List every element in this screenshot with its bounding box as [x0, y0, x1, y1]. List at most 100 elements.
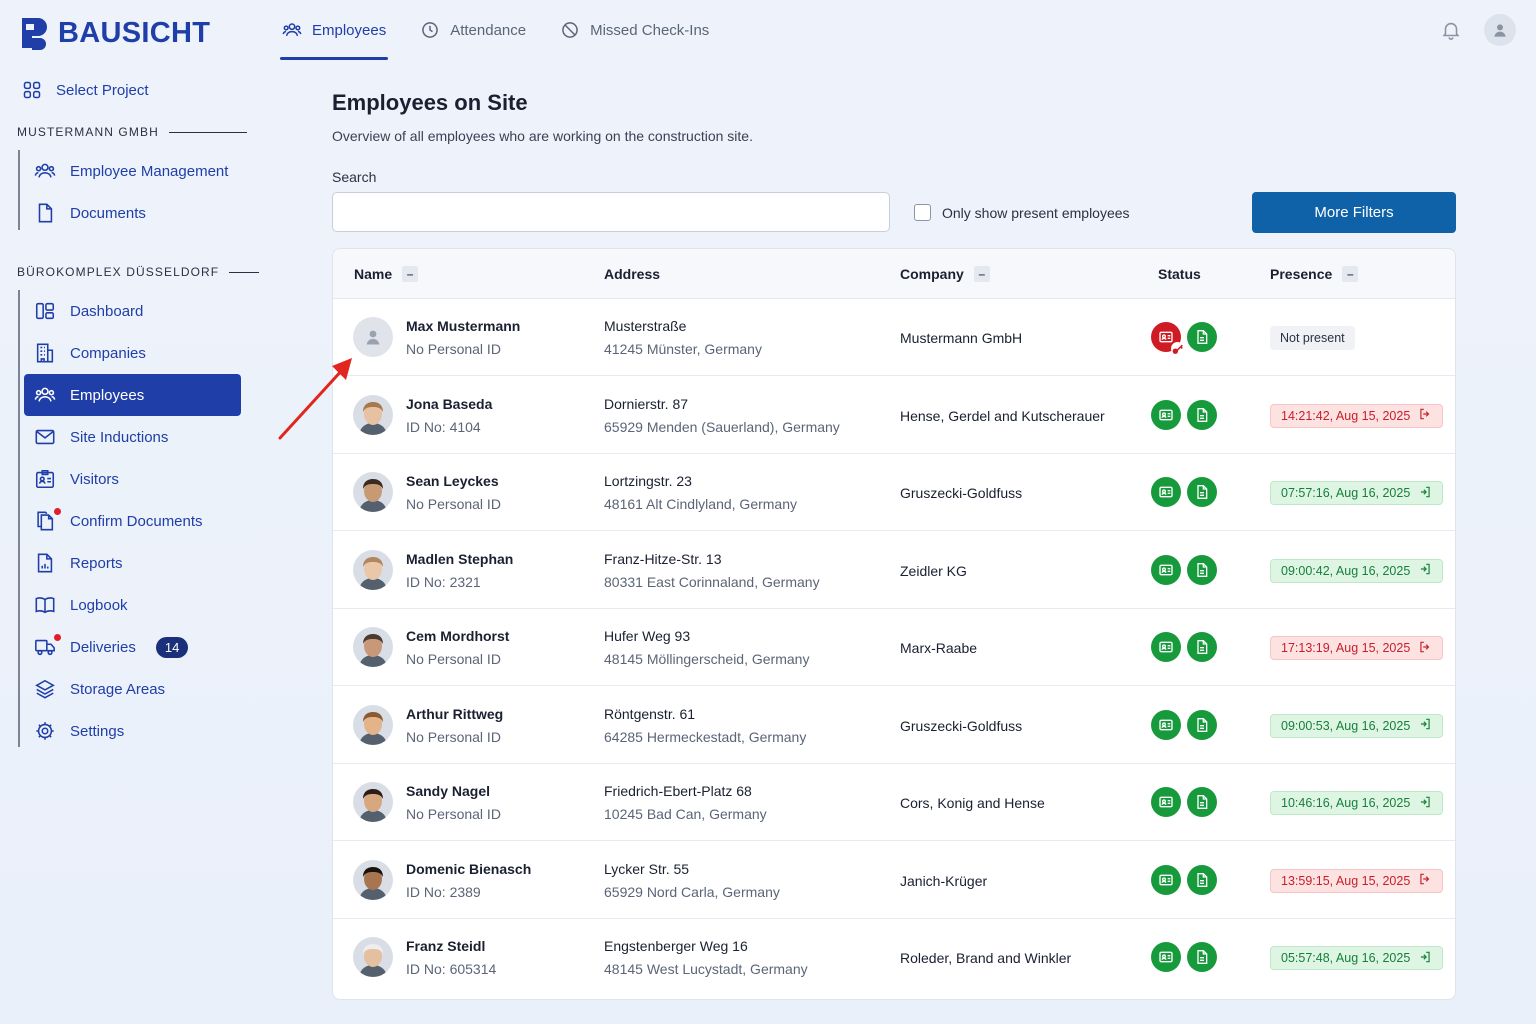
id-card-status-icon[interactable]	[1151, 322, 1184, 355]
tab-employees[interactable]: Employees	[280, 0, 389, 60]
sidebar-item-employees[interactable]: Employees	[24, 374, 241, 416]
sidebar-item-settings[interactable]: Settings	[20, 710, 242, 752]
sidebar-item-documents[interactable]: Documents	[20, 192, 242, 234]
sidebar-item-deliveries[interactable]: Deliveries 14	[20, 626, 242, 668]
table-row[interactable]: Arthur Rittweg No Personal ID Röntgenstr…	[333, 687, 1455, 764]
employee-name[interactable]: Arthur Rittweg	[406, 706, 503, 722]
document-status-icon[interactable]	[1187, 787, 1217, 817]
employee-id: No Personal ID	[406, 496, 501, 512]
employee-name[interactable]: Sean Leyckes	[406, 473, 499, 489]
avatar	[353, 472, 393, 512]
column-header-presence[interactable]: Presence –	[1270, 266, 1359, 282]
table-row[interactable]: Jona Baseda ID No: 4104 Dornierstr. 87 6…	[333, 377, 1455, 454]
avatar	[353, 937, 393, 977]
document-status-icon[interactable]	[1187, 632, 1217, 662]
more-filters-button[interactable]: More Filters	[1252, 192, 1456, 233]
employee-name[interactable]: Madlen Stephan	[406, 551, 513, 567]
employee-name[interactable]: Sandy Nagel	[406, 783, 490, 799]
id-card-status-icon[interactable]	[1151, 942, 1181, 972]
sidebar-item-storage-areas[interactable]: Storage Areas	[20, 668, 242, 710]
sidebar-item-employee-management[interactable]: Employee Management	[20, 150, 242, 192]
column-header-company[interactable]: Company –	[900, 266, 990, 282]
employee-name[interactable]: Max Mustermann	[406, 318, 520, 334]
document-status-icon[interactable]	[1187, 322, 1217, 352]
sort-toggle-icon[interactable]: –	[1342, 266, 1359, 282]
address-street: Franz-Hitze-Str. 13	[604, 550, 722, 567]
sidebar-item-label: Settings	[70, 722, 125, 740]
column-header-name[interactable]: Name –	[354, 266, 419, 282]
tab-missed-check-ins[interactable]: Missed Check-Ins	[558, 0, 711, 60]
employee-id: ID No: 2389	[406, 883, 481, 900]
user-icon	[1494, 24, 1506, 37]
select-project-button[interactable]: Select Project	[22, 80, 149, 100]
sidebar-item-dashboard[interactable]: Dashboard	[20, 290, 242, 332]
document-status-icon[interactable]	[1187, 942, 1217, 972]
sidebar-item-label: Deliveries	[70, 638, 136, 656]
presence-badge: 09:00:42, Aug 16, 2025	[1270, 558, 1444, 583]
status-icons	[1151, 632, 1217, 662]
document-status-icon[interactable]	[1187, 709, 1217, 740]
sort-toggle-icon[interactable]: –	[402, 266, 419, 282]
check-in-icon	[1418, 562, 1432, 579]
sidebar-item-visitors[interactable]: Visitors	[20, 458, 242, 500]
column-label: Status	[1158, 266, 1201, 282]
search-label: Search	[332, 169, 377, 185]
sort-toggle-icon[interactable]: –	[973, 266, 990, 282]
search-input[interactable]	[332, 192, 890, 232]
document-status-icon[interactable]	[1187, 477, 1217, 507]
employee-id: No Personal ID	[406, 341, 501, 357]
presence-badge: 07:57:16, Aug 16, 2025	[1270, 481, 1444, 505]
table-row[interactable]: Max Mustermann No Personal ID Musterstra…	[333, 299, 1455, 376]
id-card-status-icon[interactable]	[1151, 399, 1181, 430]
table-row[interactable]: Domenic Bienasch ID No: 2389 Lycker Str.…	[333, 842, 1455, 919]
employee-name[interactable]: Jona Baseda	[406, 396, 492, 412]
table-row[interactable]: Franz Steidl ID No: 605314 Engstenberger…	[333, 919, 1455, 996]
tab-label: Attendance	[450, 21, 527, 39]
sidebar-item-site-inductions[interactable]: Site Inductions	[20, 416, 242, 458]
brand-name: BAUSICHT	[58, 16, 211, 49]
presence-badge: 10:46:16, Aug 16, 2025	[1270, 791, 1444, 815]
check-out-icon	[1418, 640, 1432, 657]
employee-name[interactable]: Domenic Bienasch	[406, 861, 531, 877]
report-icon	[37, 553, 53, 573]
employee-name[interactable]: Cem Mordhorst	[406, 628, 509, 644]
sidebar-group-company: Employee Management Documents	[18, 150, 242, 230]
presence-text: 07:57:16, Aug 16, 2025	[1281, 486, 1411, 500]
dashboard-icon	[35, 302, 55, 320]
bell-icon[interactable]	[1440, 19, 1462, 41]
address-city: 10245 Bad Can, Germany	[604, 806, 767, 822]
id-card-status-icon[interactable]	[1151, 709, 1181, 740]
table-row[interactable]: Cem Mordhorst No Personal ID Hufer Weg 9…	[333, 609, 1455, 686]
sidebar-item-companies[interactable]: Companies	[20, 332, 242, 374]
presence-badge: 05:57:48, Aug 16, 2025	[1270, 946, 1444, 970]
employee-id: ID No: 2321	[406, 573, 481, 590]
sidebar-item-confirm-documents[interactable]: Confirm Documents	[20, 500, 242, 542]
table-row[interactable]: Sean Leyckes No Personal ID Lortzingstr.…	[333, 454, 1455, 531]
column-header-address: Address	[604, 266, 660, 282]
id-card-status-icon[interactable]	[1151, 554, 1181, 585]
avatar-placeholder	[353, 317, 393, 357]
column-label: Name	[354, 266, 393, 282]
address-city: 65929 Nord Carla, Germany	[604, 883, 780, 900]
sidebar-item-logbook[interactable]: Logbook	[20, 584, 242, 626]
truck-icon	[35, 639, 55, 656]
document-status-icon[interactable]	[1187, 399, 1217, 430]
employee-id: No Personal ID	[406, 728, 501, 745]
tab-attendance[interactable]: Attendance	[418, 0, 528, 60]
id-card-status-icon[interactable]	[1151, 864, 1181, 895]
present-filter[interactable]: Only show present employees	[914, 204, 1130, 221]
table-row[interactable]: Sandy Nagel No Personal ID Friedrich-Ebe…	[333, 764, 1455, 841]
id-card-status-icon[interactable]	[1151, 632, 1181, 662]
check-out-icon	[1418, 407, 1432, 424]
user-avatar[interactable]	[1484, 14, 1516, 46]
brand-logo[interactable]: BAUSICHT	[20, 16, 210, 50]
id-card-status-icon[interactable]	[1151, 787, 1181, 817]
company-name: Zeidler KG	[900, 562, 967, 579]
table-row[interactable]: Madlen Stephan ID No: 2321 Franz-Hitze-S…	[333, 532, 1455, 609]
document-status-icon[interactable]	[1187, 864, 1217, 895]
employee-name[interactable]: Franz Steidl	[406, 938, 485, 954]
present-checkbox[interactable]	[914, 204, 931, 221]
sidebar-item-reports[interactable]: Reports	[20, 542, 242, 584]
id-card-status-icon[interactable]	[1151, 477, 1181, 507]
document-status-icon[interactable]	[1187, 554, 1217, 585]
